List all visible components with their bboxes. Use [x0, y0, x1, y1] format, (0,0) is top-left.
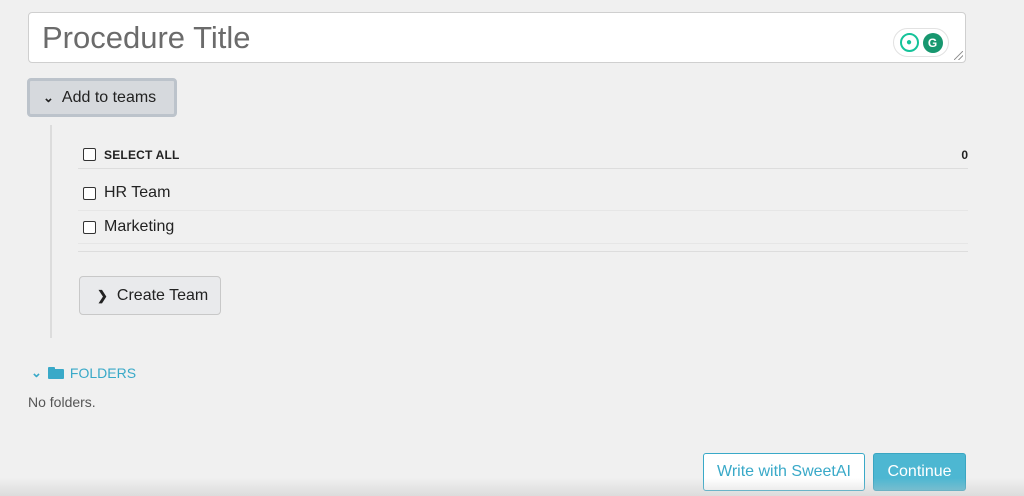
divider: [78, 243, 968, 244]
divider: [78, 251, 968, 252]
select-all-label[interactable]: SELECT ALL: [104, 148, 180, 162]
create-team-label: Create Team: [116, 286, 209, 304]
selected-count: 0: [961, 147, 968, 162]
grammarly-widget[interactable]: ● G: [893, 28, 949, 57]
bottom-shadow: [0, 478, 1024, 496]
procedure-editor-page: ● G ⌄ Add to teams SELECT ALL 0 HR Team …: [0, 0, 1024, 496]
team-label-hr[interactable]: HR Team: [104, 184, 170, 202]
add-to-teams-label: Add to teams: [61, 88, 157, 106]
no-folders-text: No folders.: [28, 394, 96, 410]
procedure-title-input[interactable]: [29, 13, 965, 62]
select-all-checkbox[interactable]: [83, 148, 96, 161]
select-all-row: SELECT ALL 0: [83, 141, 968, 168]
folders-label: FOLDERS: [69, 365, 137, 381]
team-item-hr: HR Team: [83, 177, 968, 209]
team-checkbox-hr[interactable]: [83, 186, 96, 200]
chevron-down-icon: ⌄: [43, 89, 54, 105]
folders-toggle[interactable]: ⌄ FOLDERS: [31, 364, 136, 382]
create-team-button[interactable]: ❯ Create Team: [79, 276, 221, 315]
divider: [78, 168, 968, 169]
grammarly-g-icon[interactable]: G: [922, 32, 943, 53]
folder-icon: [47, 367, 64, 379]
team-item-marketing: Marketing: [83, 211, 968, 243]
team-label-marketing[interactable]: Marketing: [104, 218, 174, 236]
procedure-title-field[interactable]: ● G: [28, 12, 966, 63]
chevron-right-icon: ❯: [97, 287, 108, 303]
resize-handle[interactable]: [954, 51, 963, 60]
team-checkbox-marketing[interactable]: [83, 220, 96, 234]
teams-panel: SELECT ALL 0 HR Team Marketing ❯ Create …: [50, 125, 968, 338]
add-to-teams-button[interactable]: ⌄ Add to teams: [27, 78, 177, 117]
chevron-down-icon: ⌄: [31, 365, 42, 380]
lightbulb-icon[interactable]: ●: [899, 33, 919, 52]
